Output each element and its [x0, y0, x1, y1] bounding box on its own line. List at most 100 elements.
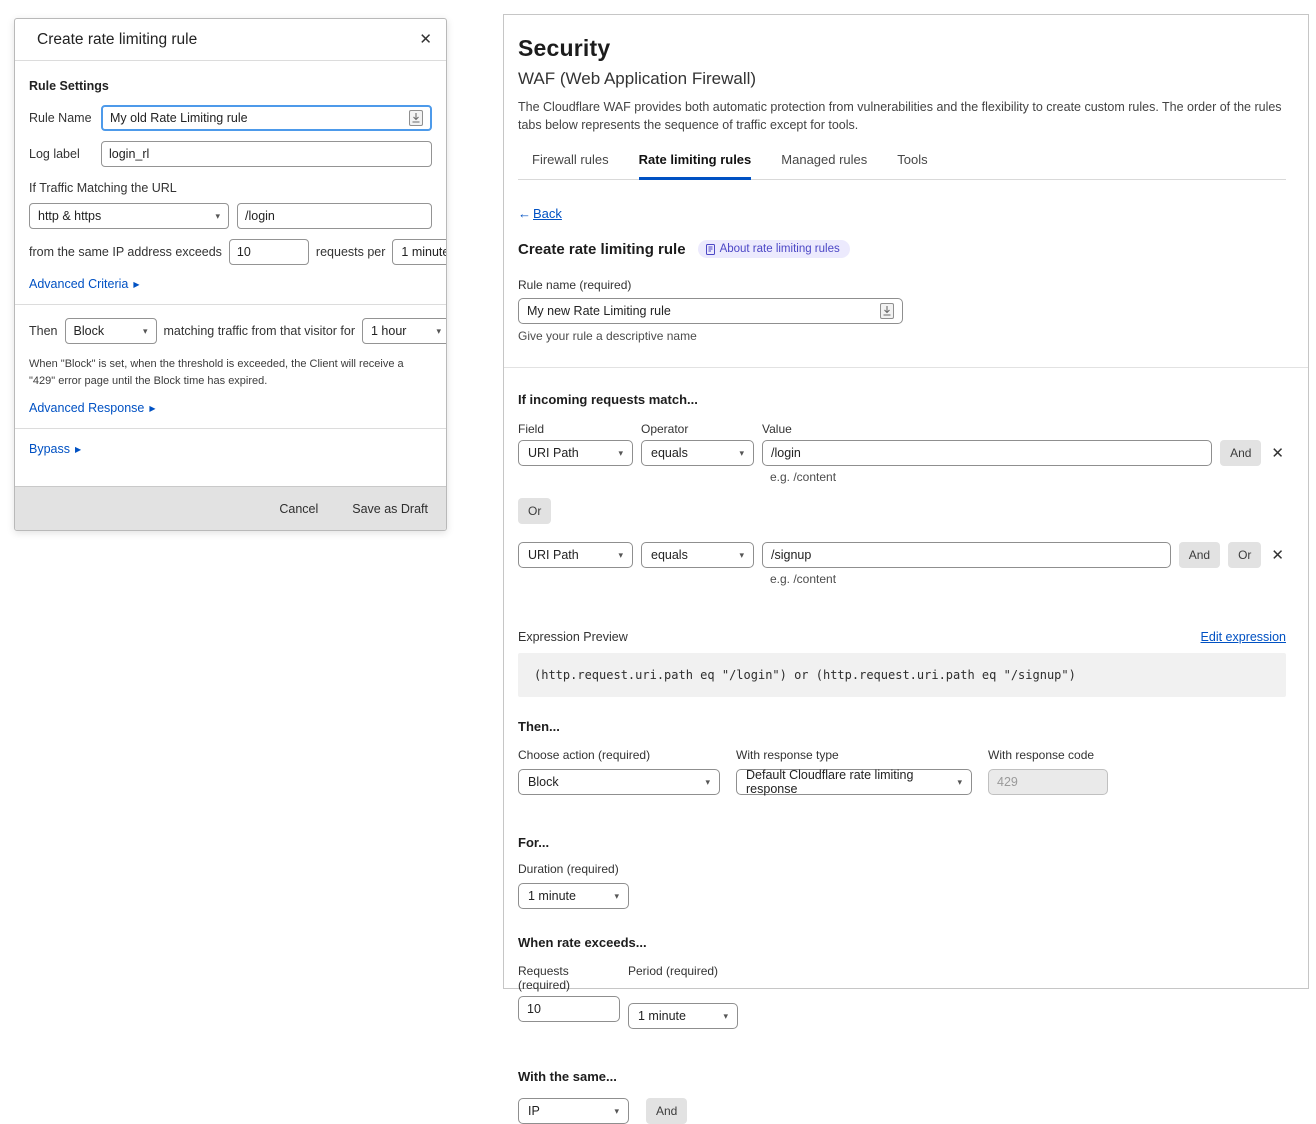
response-code-field — [988, 769, 1108, 795]
chevron-down-icon: ▾ — [705, 777, 710, 788]
operator-select[interactable]: equals ▾ — [641, 542, 754, 568]
triangle-right-icon: ▶ — [133, 280, 139, 289]
value-input[interactable] — [771, 446, 1203, 460]
url-match-row: http & https ▾ — [29, 203, 432, 229]
operator-label: Operator — [641, 422, 754, 436]
log-label-row: Log label — [29, 141, 432, 167]
chevron-down-icon: ▾ — [618, 448, 623, 459]
doc-icon — [706, 244, 715, 255]
chevron-down-icon: ▾ — [723, 1011, 728, 1022]
rule-name-input[interactable] — [527, 304, 874, 318]
value-label: Value — [762, 422, 1286, 436]
advanced-criteria-link[interactable]: Advanced Criteria ▶ — [29, 277, 140, 291]
advanced-response-link[interactable]: Advanced Response ▶ — [29, 401, 156, 415]
response-type-select[interactable]: Default Cloudflare rate limiting respons… — [736, 769, 972, 795]
and-button[interactable]: And — [646, 1098, 687, 1124]
action-select[interactable]: Block ▾ — [518, 769, 720, 795]
threshold-row: from the same IP address exceeds request… — [29, 239, 432, 265]
rule-name-input[interactable] — [110, 111, 403, 125]
then-suffix: matching traffic from that visitor for — [164, 324, 356, 338]
create-rate-limiting-rule-modal: Create rate limiting rule ✕ Rule Setting… — [14, 18, 447, 531]
field-select[interactable]: URI Path ▾ — [518, 542, 633, 568]
divider — [504, 367, 1308, 368]
value-input[interactable] — [771, 548, 1162, 562]
edit-expression-link[interactable]: Edit expression — [1201, 630, 1286, 644]
characteristic-select[interactable]: IP ▾ — [518, 1098, 629, 1124]
operator-select[interactable]: equals ▾ — [641, 440, 754, 466]
remove-row-icon[interactable]: ✕ — [1269, 546, 1286, 564]
duration-select[interactable]: 1 minute ▾ — [518, 883, 629, 909]
response-code-label: With response code — [988, 748, 1108, 762]
log-label-field[interactable] — [101, 141, 432, 167]
modal-body: Rule Settings Rule Name Log label If Tra… — [15, 61, 446, 476]
value-field[interactable] — [762, 440, 1212, 466]
threshold-field[interactable] — [229, 239, 309, 265]
modal-footer: Cancel Save as Draft — [15, 486, 446, 530]
period-select[interactable]: 1 minute ▾ — [392, 239, 447, 265]
tab-firewall-rules[interactable]: Firewall rules — [532, 152, 609, 180]
then-label: Then — [29, 324, 58, 338]
page-description: The Cloudflare WAF provides both automat… — [518, 98, 1286, 134]
and-button[interactable]: And — [1179, 542, 1220, 568]
with-same-heading: With the same... — [518, 1069, 1286, 1084]
rule-name-label: Rule name (required) — [518, 278, 1286, 292]
duration-select[interactable]: 1 hour ▾ — [362, 318, 447, 344]
rule-name-field[interactable] — [518, 298, 903, 324]
threshold-input[interactable] — [237, 245, 301, 259]
autofill-icon[interactable] — [409, 110, 423, 126]
chevron-down-icon: ▾ — [614, 1106, 619, 1117]
or-button[interactable]: Or — [1228, 542, 1261, 568]
about-rate-limiting-rules-badge[interactable]: About rate limiting rules — [698, 240, 850, 258]
scheme-select[interactable]: http & https ▾ — [29, 203, 229, 229]
requests-label: Requests (required) — [518, 964, 620, 992]
action-select[interactable]: Block ▾ — [65, 318, 157, 344]
left-arrow-icon: ← — [518, 206, 531, 221]
period-select[interactable]: 1 minute ▾ — [628, 1003, 738, 1029]
waf-tabs: Firewall rules Rate limiting rules Manag… — [518, 152, 1286, 180]
choose-action-label: Choose action (required) — [518, 748, 720, 762]
match-row: URI Path ▾ equals ▾ And Or ✕ — [518, 542, 1286, 568]
tab-managed-rules[interactable]: Managed rules — [781, 152, 867, 180]
tab-tools[interactable]: Tools — [897, 152, 927, 180]
field-select[interactable]: URI Path ▾ — [518, 440, 633, 466]
requests-input[interactable] — [527, 1002, 611, 1016]
bypass-link[interactable]: Bypass ▶ — [29, 442, 81, 456]
autofill-icon[interactable] — [880, 303, 894, 319]
page-title: Security — [518, 35, 1286, 62]
requests-field[interactable] — [518, 996, 620, 1022]
chevron-down-icon: ▾ — [739, 448, 744, 459]
remove-row-icon[interactable]: ✕ — [1269, 444, 1286, 462]
chevron-down-icon: ▾ — [739, 550, 744, 561]
triangle-right-icon: ▶ — [75, 445, 81, 454]
value-field[interactable] — [762, 542, 1171, 568]
response-type-label: With response type — [736, 748, 972, 762]
close-icon[interactable]: ✕ — [419, 32, 432, 47]
rule-name-help: Give your rule a descriptive name — [518, 329, 1286, 343]
form-title: Create rate limiting rule — [518, 241, 686, 258]
save-as-draft-button[interactable]: Save as Draft — [352, 502, 428, 516]
or-connector-button[interactable]: Or — [518, 498, 551, 524]
cancel-button[interactable]: Cancel — [279, 502, 318, 516]
modal-header: Create rate limiting rule ✕ — [15, 19, 446, 61]
value-help: e.g. /content — [770, 470, 1286, 484]
triangle-right-icon: ▶ — [149, 404, 155, 413]
rule-name-label: Rule Name — [29, 111, 93, 125]
and-button[interactable]: And — [1220, 440, 1261, 466]
back-link[interactable]: ← Back — [518, 206, 562, 221]
url-field[interactable] — [237, 203, 432, 229]
block-note: When "Block" is set, when the threshold … — [29, 356, 416, 389]
response-code-input — [997, 775, 1099, 789]
match-row: URI Path ▾ equals ▾ And ✕ — [518, 440, 1286, 466]
url-input[interactable] — [245, 209, 424, 223]
threshold-suffix: requests per — [316, 245, 385, 259]
rule-name-field[interactable] — [101, 105, 432, 131]
then-heading: Then... — [518, 719, 1286, 734]
period-label: Period (required) — [628, 964, 718, 992]
incoming-requests-heading: If incoming requests match... — [518, 392, 1286, 407]
chevron-down-icon: ▾ — [215, 211, 220, 222]
log-label-label: Log label — [29, 147, 93, 161]
rule-settings-heading: Rule Settings — [29, 79, 432, 93]
log-label-input[interactable] — [109, 147, 424, 161]
tab-rate-limiting-rules[interactable]: Rate limiting rules — [639, 152, 752, 180]
page-subtitle: WAF (Web Application Firewall) — [518, 69, 1286, 89]
